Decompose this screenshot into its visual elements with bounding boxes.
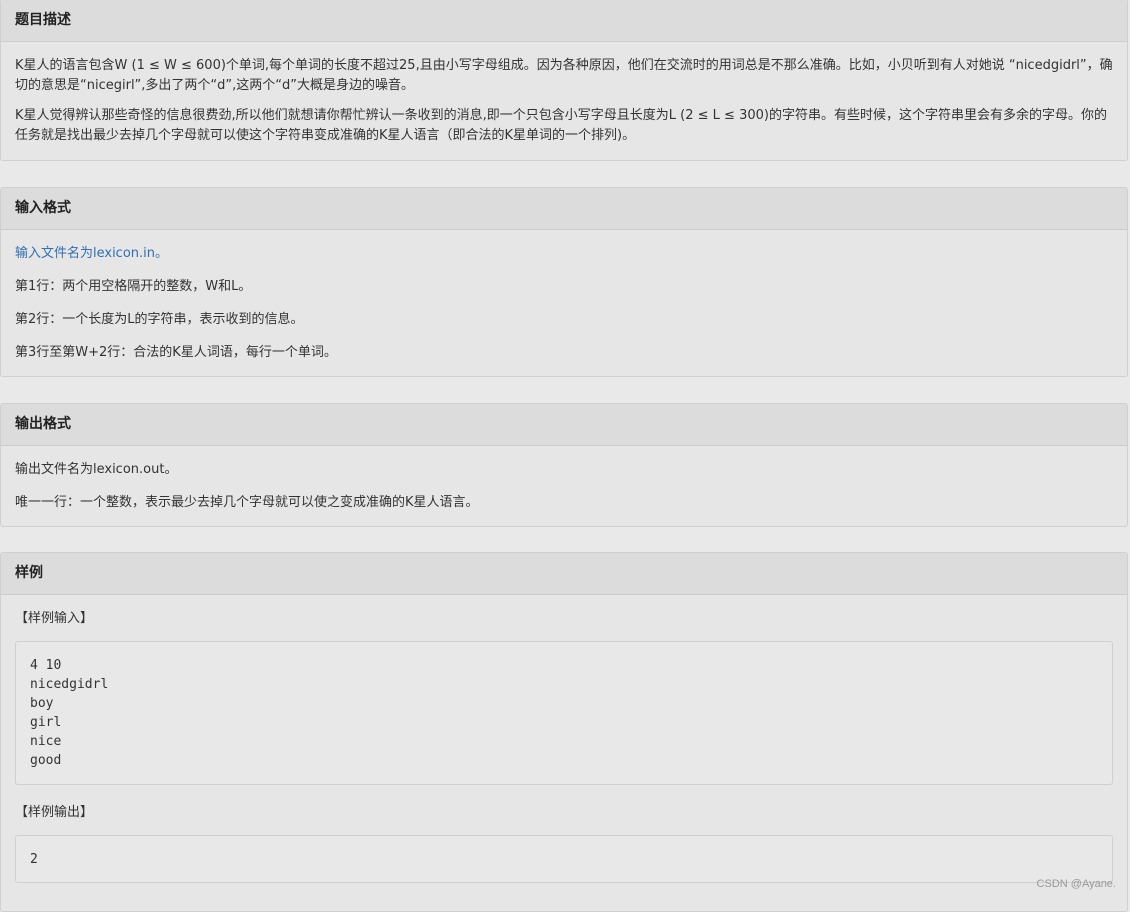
input-format-line: 第1行：两个用空格隔开的整数，W和L。: [15, 279, 252, 294]
sample-panel: 样例 【样例输入】 4 10 nicedgidrl boy girl nice …: [0, 552, 1128, 912]
input-format-panel: 输入格式 输入文件名为lexicon.in。 第1行：两个用空格隔开的整数，W和…: [0, 187, 1128, 377]
sample-heading: 样例: [1, 553, 1127, 595]
description-paragraph-1: K星人的语言包含W (1 ≤ W ≤ 600)个单词,每个单词的长度不超过25,…: [15, 58, 1113, 93]
input-format-heading: 输入格式: [1, 188, 1127, 230]
sample-body: 【样例输入】 4 10 nicedgidrl boy girl nice goo…: [1, 595, 1127, 893]
input-format-line: 第3行至第W+2行：合法的K星人词语，每行一个单词。: [15, 345, 337, 360]
input-format-line: 第2行：一个长度为L的字符串，表示收到的信息。: [15, 312, 304, 327]
output-format-panel: 输出格式 输出文件名为lexicon.out。 唯一一行：一个整数，表示最少去掉…: [0, 403, 1128, 527]
output-format-line: 输出文件名为lexicon.out。: [15, 462, 178, 477]
output-format-body: 输出文件名为lexicon.out。 唯一一行：一个整数，表示最少去掉几个字母就…: [1, 446, 1127, 523]
description-panel: 题目描述 K星人的语言包含W (1 ≤ W ≤ 600)个单词,每个单词的长度不…: [0, 0, 1128, 161]
sample-output-code: 2: [15, 835, 1113, 883]
description-paragraph-2: K星人觉得辨认那些奇怪的信息很费劲,所以他们就想请你帮忙辨认一条收到的消息,即一…: [15, 108, 1107, 143]
input-format-body: 输入文件名为lexicon.in。 第1行：两个用空格隔开的整数，W和L。 第2…: [1, 230, 1127, 373]
sample-output-label: 【样例输出】: [15, 805, 94, 820]
sample-input-label: 【样例输入】: [15, 611, 94, 626]
description-heading: 题目描述: [1, 0, 1127, 42]
input-file-link[interactable]: 输入文件名为lexicon.in。: [15, 244, 1113, 264]
description-body: K星人的语言包含W (1 ≤ W ≤ 600)个单词,每个单词的长度不超过25,…: [1, 42, 1127, 156]
output-format-line: 唯一一行：一个整数，表示最少去掉几个字母就可以使之变成准确的K星人语言。: [15, 495, 479, 510]
csdn-watermark: CSDN @Ayane.: [1036, 878, 1116, 890]
sample-input-code: 4 10 nicedgidrl boy girl nice good: [15, 641, 1113, 785]
output-format-heading: 输出格式: [1, 404, 1127, 446]
